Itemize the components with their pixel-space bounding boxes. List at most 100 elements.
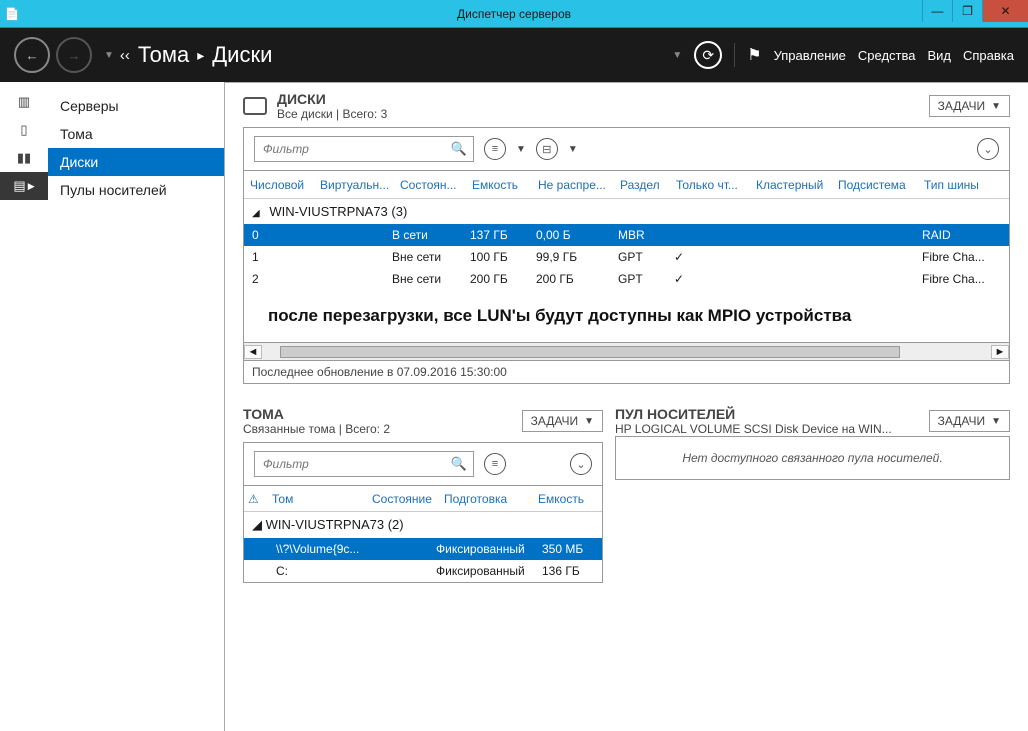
disks-tasks-button[interactable]: ЗАДАЧИ ▼	[929, 95, 1010, 117]
cell-free: 99,9 ГБ	[536, 250, 618, 264]
col-partition[interactable]: Раздел	[618, 178, 674, 192]
nav-back-button[interactable]: ←	[14, 37, 50, 73]
collapse-icon[interactable]: ◢	[252, 517, 262, 532]
col-subsystem[interactable]: Подсистема	[836, 178, 922, 192]
cell-part: GPT	[618, 250, 674, 264]
pool-tasks-label: ЗАДАЧИ	[938, 414, 985, 428]
disks-filter-box[interactable]: 🔍	[254, 136, 474, 162]
col-virtual[interactable]: Виртуальн...	[318, 178, 398, 192]
col-readonly[interactable]: Только чт...	[674, 178, 754, 192]
disks-group-row[interactable]: ◢ WIN-VIUSTRPNA73 (3)	[244, 199, 1009, 224]
disks-filter-input[interactable]	[261, 141, 431, 157]
volumes-filter-box[interactable]: 🔍	[254, 451, 474, 477]
disk-row-1[interactable]: 1 Вне сети 100 ГБ 99,9 ГБ GPT ✓ Fibre Ch…	[244, 246, 1009, 268]
h-scrollbar[interactable]: ◄ ►	[244, 342, 1009, 360]
volumes-list-view-button[interactable]: ≡	[484, 453, 506, 475]
volumes-filter-input[interactable]	[261, 456, 431, 472]
vol-col-cap[interactable]: Емкость	[538, 492, 604, 506]
breadcrumb-back-arrows[interactable]: ‹‹	[120, 47, 130, 64]
sidebar-item-volumes[interactable]: Тома	[48, 120, 224, 148]
nav-rail: ▥ ▯ ▮▮ ▤ ▶	[0, 82, 48, 731]
annotation-text: после перезагрузки, все LUN'ы будут дост…	[244, 290, 1009, 342]
menu-help[interactable]: Справка	[963, 48, 1014, 63]
menu-separator	[734, 43, 735, 67]
menu-manage[interactable]: Управление	[774, 48, 846, 63]
notification-caret[interactable]: ▼	[672, 50, 682, 61]
cell-num: 0	[252, 228, 392, 242]
caret-down-icon[interactable]: ▼	[516, 144, 526, 155]
scroll-thumb[interactable]	[280, 346, 900, 358]
rail-item-storage[interactable]: ▤ ▶	[0, 172, 48, 200]
breadcrumb-level2[interactable]: Диски	[212, 42, 272, 68]
volumes-expand-button[interactable]: ⌄	[570, 453, 592, 475]
caret-down-icon: ▼	[991, 416, 1001, 427]
vol-col-warn[interactable]: ⚠	[248, 492, 272, 506]
volumes-subtitle: Связанные тома | Всего: 2	[243, 422, 390, 436]
col-bustype[interactable]: Тип шины	[922, 178, 1000, 192]
cell-free: 0,00 Б	[536, 228, 618, 242]
menu-tools[interactable]: Средства	[858, 48, 916, 63]
volumes-toolbar: 🔍 ≡ ⌄	[243, 442, 603, 486]
cell-part: GPT	[618, 272, 674, 286]
scroll-right-arrow[interactable]: ►	[991, 345, 1009, 359]
vol-col-tom[interactable]: Том	[272, 492, 372, 506]
menu-view[interactable]: Вид	[927, 48, 951, 63]
cell-bus: Fibre Cha...	[922, 250, 1000, 264]
sidebar-item-pools[interactable]: Пулы носителей	[48, 176, 224, 204]
window-title: Диспетчер серверов	[0, 7, 1028, 21]
notifications-flag-icon[interactable]: ⚑	[747, 45, 761, 65]
cell-num: 2	[252, 272, 392, 286]
maximize-button[interactable]: ❐	[952, 0, 982, 22]
minimize-button[interactable]: —	[922, 0, 952, 22]
cell-free: 200 ГБ	[536, 272, 618, 286]
breadcrumb-level1[interactable]: Тома	[138, 42, 189, 68]
rail-item-dashboard[interactable]: ▥	[0, 88, 48, 116]
col-clustered[interactable]: Кластерный	[754, 178, 836, 192]
disks-panel-header: ДИСКИ Все диски | Всего: 3 ЗАДАЧИ ▼	[243, 91, 1010, 121]
disks-icon	[243, 97, 267, 115]
disk-row-2[interactable]: 2 Вне сети 200 ГБ 200 ГБ GPT ✓ Fibre Cha…	[244, 268, 1009, 290]
cell-cap: 137 ГБ	[470, 228, 536, 242]
refresh-button[interactable]: ⟳	[694, 41, 722, 69]
col-number[interactable]: Числовой	[248, 178, 318, 192]
menu-bar: ← → ▼ ‹‹ Тома ▸ Диски ▼ ⟳ ⚑ Управление С…	[0, 28, 1028, 82]
search-icon[interactable]: 🔍	[451, 141, 467, 157]
scroll-left-arrow[interactable]: ◄	[244, 345, 262, 359]
cell-state: В сети	[392, 228, 470, 242]
cell-state: Вне сети	[392, 250, 470, 264]
pool-tasks-button[interactable]: ЗАДАЧИ ▼	[929, 410, 1010, 432]
vol-col-state[interactable]: Состояние	[372, 492, 444, 506]
rail-item-all[interactable]: ▮▮	[0, 144, 48, 172]
disks-list-view-button[interactable]: ≡	[484, 138, 506, 160]
scroll-track[interactable]	[262, 345, 991, 359]
sidebar: Серверы Тома Диски Пулы носителей	[48, 82, 224, 731]
collapse-icon[interactable]: ◢	[252, 208, 260, 219]
sidebar-item-servers[interactable]: Серверы	[48, 92, 224, 120]
close-button[interactable]: ✕	[982, 0, 1028, 22]
volumes-group-row[interactable]: ◢ WIN-VIUSTRPNA73 (2)	[244, 512, 602, 538]
col-state[interactable]: Состоян...	[398, 178, 470, 192]
volume-row-1[interactable]: C: Фиксированный 136 ГБ	[244, 560, 602, 582]
cell-tom: C:	[276, 564, 436, 578]
rail-item-local[interactable]: ▯	[0, 116, 48, 144]
disks-expand-button[interactable]: ⌄	[977, 138, 999, 160]
cell-cap: 200 ГБ	[470, 272, 536, 286]
cell-prep: Фиксированный	[436, 542, 542, 556]
volume-row-0[interactable]: \\?\Volume{9c... Фиксированный 350 МБ	[244, 538, 602, 560]
disk-row-0[interactable]: 0 В сети 137 ГБ 0,00 Б MBR RAID	[244, 224, 1009, 246]
col-unallocated[interactable]: Не распре...	[536, 178, 618, 192]
disks-filter-view-button[interactable]: ⊟	[536, 138, 558, 160]
caret-down-icon[interactable]: ▼	[568, 144, 578, 155]
search-icon[interactable]: 🔍	[451, 456, 467, 472]
col-capacity[interactable]: Емкость	[470, 178, 536, 192]
cell-cap: 100 ГБ	[470, 250, 536, 264]
nav-forward-button[interactable]: →	[56, 37, 92, 73]
volumes-tasks-button[interactable]: ЗАДАЧИ ▼	[522, 410, 603, 432]
volumes-tasks-label: ЗАДАЧИ	[531, 414, 578, 428]
vol-col-prep[interactable]: Подготовка	[444, 492, 538, 506]
cell-ro: ✓	[674, 272, 754, 286]
cell-cap: 136 ГБ	[542, 564, 608, 578]
disks-group-label: WIN-VIUSTRPNA73 (3)	[269, 204, 407, 219]
nav-history-caret[interactable]: ▼	[104, 50, 114, 61]
sidebar-item-disks[interactable]: Диски	[48, 148, 224, 176]
